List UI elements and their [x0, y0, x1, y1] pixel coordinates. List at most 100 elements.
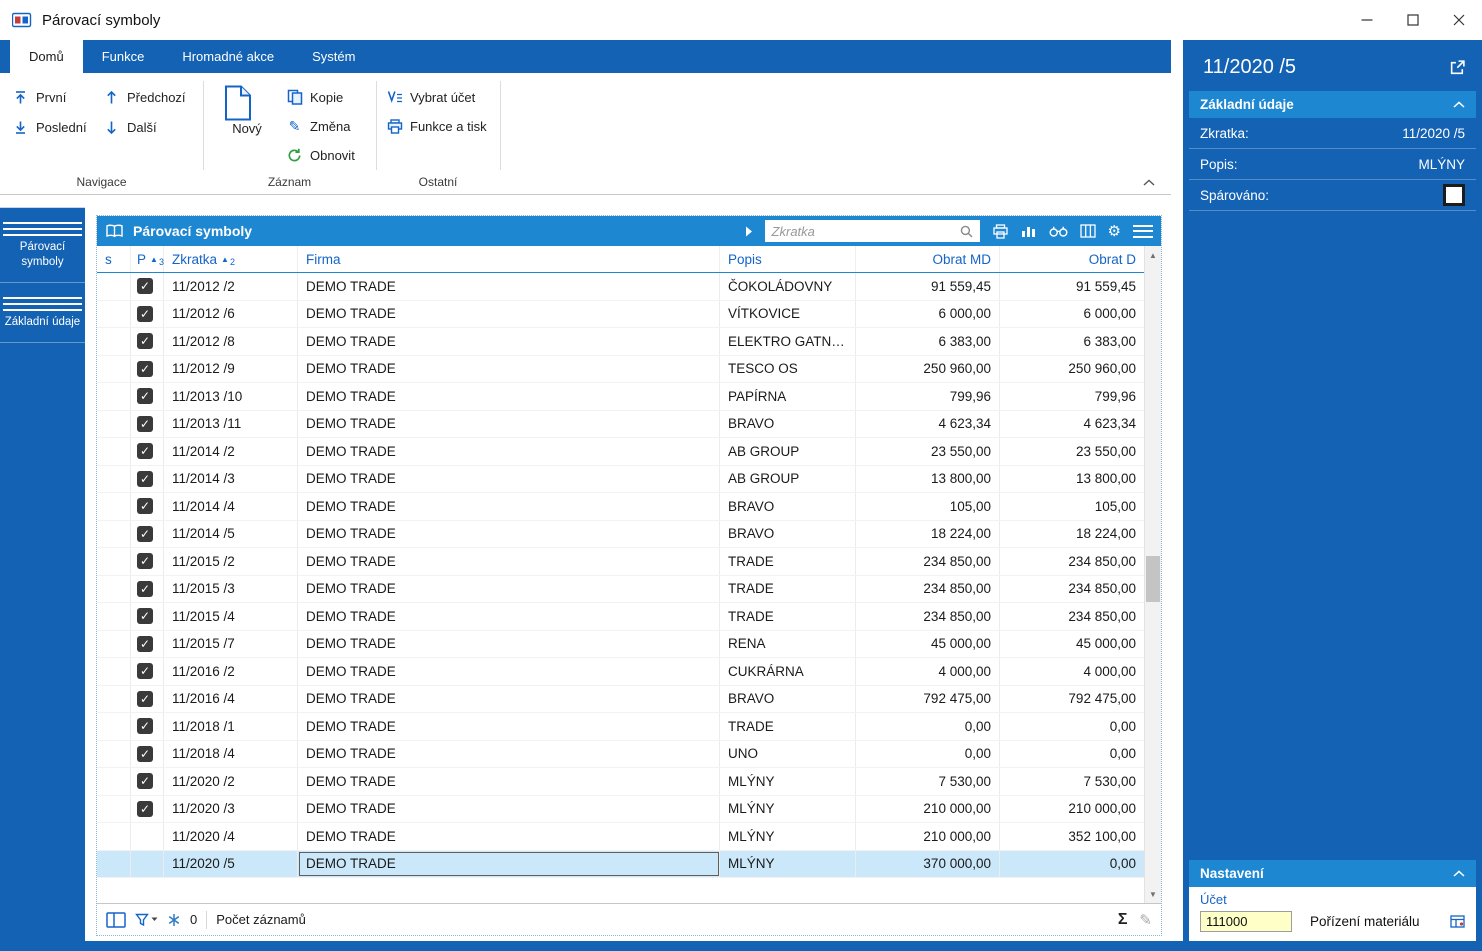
- row-checkbox[interactable]: ✓: [137, 306, 153, 322]
- row-checkbox[interactable]: ✓: [137, 361, 153, 377]
- row-check-cell[interactable]: ✓: [131, 521, 164, 548]
- row-checkbox[interactable]: ✓: [137, 746, 153, 762]
- row-check-cell[interactable]: ✓: [131, 658, 164, 685]
- table-row[interactable]: ✓ 11/2014 /5 DEMO TRADE BRAVO 18 224,00 …: [97, 521, 1144, 549]
- row-checkbox[interactable]: ✓: [137, 718, 153, 734]
- row-checkbox[interactable]: ✓: [137, 471, 153, 487]
- table-row[interactable]: ✓ 11/2018 /4 DEMO TRADE UNO 0,00 0,00: [97, 741, 1144, 769]
- column-header-s[interactable]: s: [97, 246, 131, 272]
- row-checkbox[interactable]: ✓: [137, 553, 153, 569]
- table-row[interactable]: ✓ 11/2018 /1 DEMO TRADE TRADE 0,00 0,00: [97, 713, 1144, 741]
- table-row[interactable]: ✓ 11/2015 /2 DEMO TRADE TRADE 234 850,00…: [97, 548, 1144, 576]
- snowflake-icon[interactable]: [167, 913, 181, 927]
- row-checkbox[interactable]: ✓: [137, 443, 153, 459]
- row-check-cell[interactable]: ✓: [131, 768, 164, 795]
- row-check-cell[interactable]: ✓: [131, 603, 164, 630]
- table-row[interactable]: ✓ 11/2020 /3 DEMO TRADE MLÝNY 210 000,00…: [97, 796, 1144, 824]
- row-check-cell[interactable]: ✓: [131, 328, 164, 355]
- table-row[interactable]: ✓ 11/2015 /7 DEMO TRADE RENA 45 000,00 4…: [97, 631, 1144, 659]
- column-header-obrat-d[interactable]: Obrat D: [1000, 246, 1144, 272]
- chart-icon[interactable]: [1021, 224, 1037, 238]
- row-check-cell[interactable]: ✓: [131, 796, 164, 823]
- row-check-cell[interactable]: ✓: [131, 438, 164, 465]
- last-button[interactable]: Poslední: [12, 115, 87, 139]
- column-header-zkratka[interactable]: Zkratka▲2: [164, 246, 298, 272]
- row-check-cell[interactable]: ✓: [131, 548, 164, 575]
- expand-arrow-icon[interactable]: [745, 226, 753, 237]
- tab-system[interactable]: Systém: [293, 40, 374, 73]
- sparovano-checkbox[interactable]: [1443, 184, 1465, 206]
- print-icon[interactable]: [992, 224, 1009, 239]
- row-check-cell[interactable]: ✓: [131, 631, 164, 658]
- row-checkbox[interactable]: ✓: [137, 663, 153, 679]
- tab-domu[interactable]: Domů: [10, 40, 83, 73]
- table-row[interactable]: ✓ 11/2015 /3 DEMO TRADE TRADE 234 850,00…: [97, 576, 1144, 604]
- sum-icon[interactable]: Σ: [1118, 911, 1128, 929]
- table-row[interactable]: ✓ 11/2014 /3 DEMO TRADE AB GROUP 13 800,…: [97, 466, 1144, 494]
- row-check-cell[interactable]: [131, 823, 164, 850]
- scroll-up-icon[interactable]: ▲: [1145, 247, 1161, 263]
- chevron-up-icon[interactable]: [1453, 101, 1465, 108]
- sidebar-item-zakladni-udaje[interactable]: Základní údaje: [0, 283, 85, 343]
- select-account-button[interactable]: Vybrat účet: [386, 85, 475, 109]
- functions-print-button[interactable]: Funkce a tisk: [386, 114, 487, 138]
- collapse-ribbon-icon[interactable]: [1143, 179, 1155, 186]
- table-row[interactable]: ✓ 11/2012 /6 DEMO TRADE VÍTKOVICE 6 000,…: [97, 301, 1144, 329]
- table-row[interactable]: ✓ 11/2016 /2 DEMO TRADE CUKRÁRNA 4 000,0…: [97, 658, 1144, 686]
- first-button[interactable]: První: [12, 85, 66, 109]
- filter-icon[interactable]: [135, 913, 158, 927]
- row-check-cell[interactable]: ✓: [131, 576, 164, 603]
- table-row[interactable]: 11/2020 /4 DEMO TRADE MLÝNY 210 000,00 3…: [97, 823, 1144, 851]
- table-row[interactable]: 11/2020 /5 DEMO TRADE MLÝNY 370 000,00 0…: [97, 851, 1144, 879]
- row-check-cell[interactable]: ✓: [131, 411, 164, 438]
- tab-hromadne-akce[interactable]: Hromadné akce: [163, 40, 293, 73]
- grid-menu-icon[interactable]: [1133, 221, 1153, 241]
- table-row[interactable]: ✓ 11/2012 /9 DEMO TRADE TESCO OS 250 960…: [97, 356, 1144, 384]
- row-check-cell[interactable]: ✓: [131, 383, 164, 410]
- previous-button[interactable]: Předchozí: [103, 85, 186, 109]
- column-header-obrat-md[interactable]: Obrat MD: [856, 246, 1000, 272]
- chevron-up-icon[interactable]: [1453, 870, 1465, 877]
- table-row[interactable]: ✓ 11/2016 /4 DEMO TRADE BRAVO 792 475,00…: [97, 686, 1144, 714]
- row-checkbox[interactable]: ✓: [137, 278, 153, 294]
- vertical-scrollbar[interactable]: ▲ ▼: [1144, 246, 1161, 903]
- row-checkbox[interactable]: ✓: [137, 388, 153, 404]
- row-checkbox[interactable]: ✓: [137, 636, 153, 652]
- search-input[interactable]: Zkratka: [765, 220, 980, 242]
- row-checkbox[interactable]: ✓: [137, 416, 153, 432]
- edit-icon[interactable]: ✎: [1139, 911, 1152, 929]
- column-header-popis[interactable]: Popis: [720, 246, 856, 272]
- row-check-cell[interactable]: ✓: [131, 741, 164, 768]
- row-checkbox[interactable]: ✓: [137, 801, 153, 817]
- account-code-input[interactable]: [1200, 911, 1292, 932]
- row-check-cell[interactable]: ✓: [131, 713, 164, 740]
- table-row[interactable]: ✓ 11/2020 /2 DEMO TRADE MLÝNY 7 530,00 7…: [97, 768, 1144, 796]
- columns-icon[interactable]: [1080, 224, 1096, 238]
- table-row[interactable]: ✓ 11/2015 /4 DEMO TRADE TRADE 234 850,00…: [97, 603, 1144, 631]
- row-check-cell[interactable]: ✓: [131, 273, 164, 300]
- maximize-button[interactable]: [1390, 0, 1436, 40]
- row-check-cell[interactable]: ✓: [131, 686, 164, 713]
- minimize-button[interactable]: [1344, 0, 1390, 40]
- section-nastaveni[interactable]: Nastavení: [1189, 860, 1476, 887]
- change-button[interactable]: ✎ Změna: [286, 114, 350, 138]
- gear-icon[interactable]: ⚙: [1108, 222, 1121, 240]
- table-row[interactable]: ✓ 11/2013 /11 DEMO TRADE BRAVO 4 623,34 …: [97, 411, 1144, 439]
- copy-button[interactable]: Kopie: [286, 85, 343, 109]
- row-checkbox[interactable]: ✓: [137, 773, 153, 789]
- scroll-down-icon[interactable]: ▼: [1145, 886, 1161, 902]
- tab-funkce[interactable]: Funkce: [83, 40, 164, 73]
- column-header-p[interactable]: P▲3: [131, 246, 164, 272]
- row-check-cell[interactable]: ✓: [131, 356, 164, 383]
- search-icon[interactable]: [960, 225, 973, 238]
- sidebar-item-parovaci-symboly[interactable]: Párovací symboly: [0, 207, 85, 283]
- scrollbar-thumb[interactable]: [1146, 556, 1160, 602]
- popout-icon[interactable]: [1449, 59, 1466, 76]
- account-select-icon[interactable]: [1450, 915, 1465, 928]
- row-checkbox[interactable]: ✓: [137, 526, 153, 542]
- table-row[interactable]: ✓ 11/2014 /4 DEMO TRADE BRAVO 105,00 105…: [97, 493, 1144, 521]
- table-row[interactable]: ✓ 11/2012 /8 DEMO TRADE ELEKTRO GATN… 6 …: [97, 328, 1144, 356]
- binoculars-icon[interactable]: [1049, 225, 1068, 238]
- close-button[interactable]: [1436, 0, 1482, 40]
- refresh-button[interactable]: Obnovit: [286, 143, 355, 167]
